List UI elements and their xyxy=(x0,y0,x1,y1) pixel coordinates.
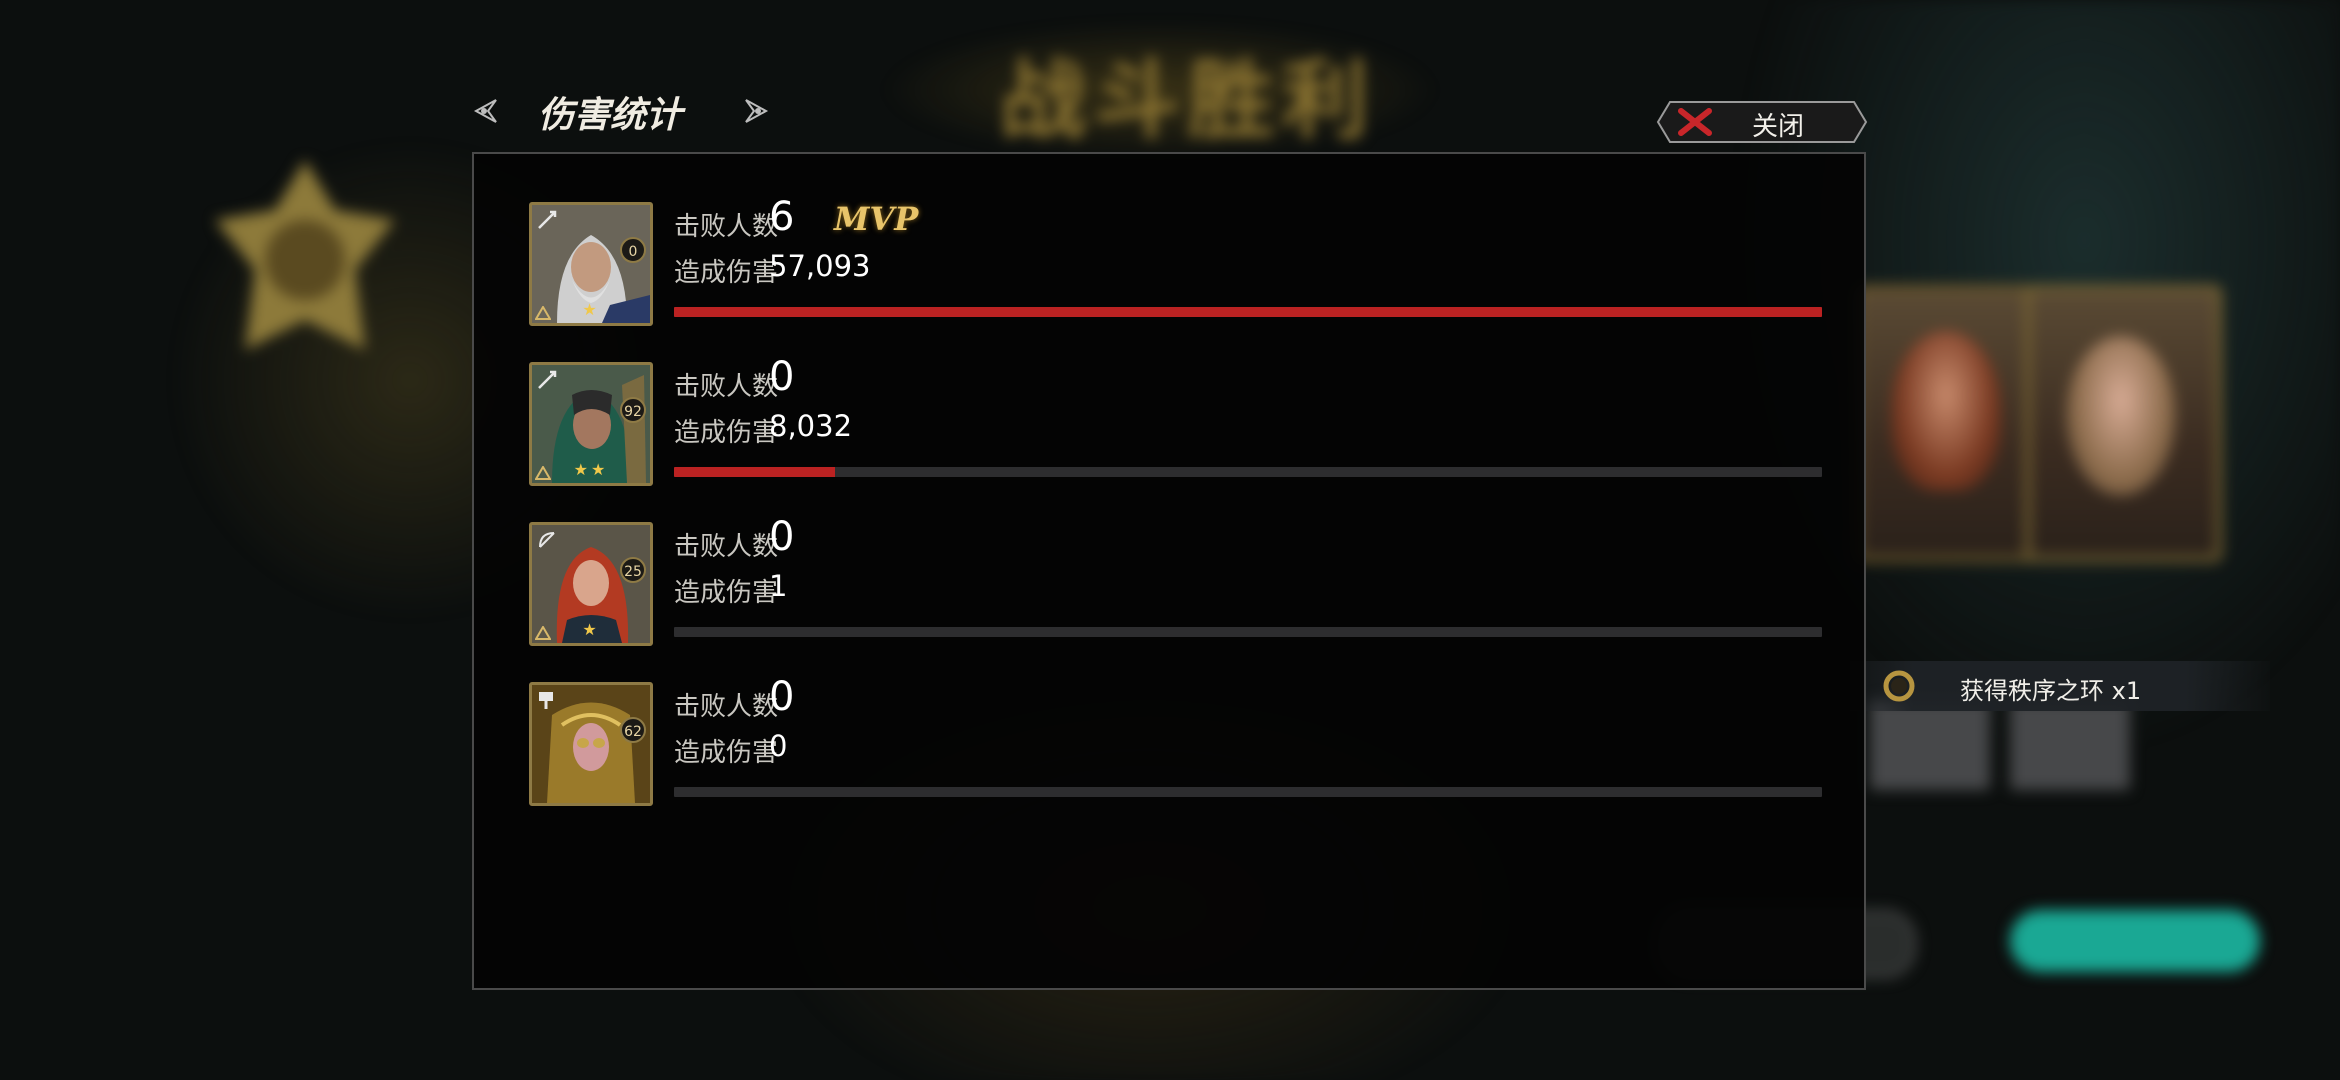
damage-bar xyxy=(674,627,1822,637)
bow-icon xyxy=(539,532,555,548)
guild-emblem-icon xyxy=(215,160,395,350)
prev-page-icon[interactable] xyxy=(470,96,500,126)
hero-portrait[interactable]: 0 ★ xyxy=(529,202,653,326)
kills-value: 0 xyxy=(769,514,795,560)
damage-bar xyxy=(674,307,1822,317)
damage-value: 57,093 xyxy=(769,249,871,283)
player-stat-row: 0 ★ 击败人数 6 MVP 造成伤害 57,093 xyxy=(529,194,1839,332)
background-confirm-button xyxy=(2010,910,2260,972)
background-victory-title: 战斗胜利 xyxy=(1000,50,1376,151)
hero-level-badge: 0 xyxy=(620,237,646,263)
kills-label: 击败人数 xyxy=(674,532,779,562)
damage-label: 造成伤害 xyxy=(674,258,779,288)
player-stat-row: 92 ★★ 击败人数 0 造成伤害 8,032 xyxy=(529,354,1839,492)
hero-portrait[interactable]: 25 ★ xyxy=(529,522,653,646)
close-label: 关闭 xyxy=(1752,112,1805,142)
panel-header: 伤害统计 xyxy=(470,86,890,142)
damage-stats-panel: 0 ★ 击败人数 6 MVP 造成伤害 57,093 92 ★★ 击败人数 0 xyxy=(472,152,1866,990)
damage-bar xyxy=(674,467,1822,477)
kills-label: 击败人数 xyxy=(674,372,779,402)
kills-value: 6 xyxy=(769,194,795,240)
mvp-badge: MVP xyxy=(834,200,919,238)
close-icon xyxy=(1678,108,1712,136)
class-icon xyxy=(535,626,551,640)
hero-portrait[interactable]: 62 xyxy=(529,682,653,806)
damage-label: 造成伤害 xyxy=(674,738,779,768)
reward-notification: 获得秩序之环 x1 xyxy=(1850,661,2270,711)
reward-text: 获得秩序之环 x1 xyxy=(1960,677,2142,705)
class-icon xyxy=(535,306,551,320)
background-hero-card xyxy=(1855,285,2052,562)
kills-label: 击败人数 xyxy=(674,212,779,242)
order-ring-icon xyxy=(1883,670,1915,702)
kills-label: 击败人数 xyxy=(674,692,779,722)
player-stat-row: 25 ★ 击败人数 0 造成伤害 1 xyxy=(529,514,1839,652)
player-stat-row: 62 击败人数 0 造成伤害 0 xyxy=(529,674,1839,812)
damage-bar-fill xyxy=(674,307,1822,317)
close-button[interactable]: 关闭 xyxy=(1656,100,1868,144)
next-page-icon[interactable] xyxy=(742,96,772,126)
hammer-icon xyxy=(539,692,553,709)
page-title: 伤害统计 xyxy=(538,94,683,136)
damage-value: 1 xyxy=(769,569,788,603)
hero-level-badge: 92 xyxy=(620,397,646,423)
kills-value: 0 xyxy=(769,354,795,400)
damage-bar-fill xyxy=(674,467,835,477)
damage-value: 8,032 xyxy=(769,409,853,443)
background-hero-card xyxy=(2025,285,2222,562)
damage-value: 0 xyxy=(769,729,788,763)
sword-icon xyxy=(538,370,557,389)
damage-bar xyxy=(674,787,1822,797)
hero-level-badge: 25 xyxy=(620,557,646,583)
hero-level-badge: 62 xyxy=(620,717,646,743)
sword-icon xyxy=(538,210,557,229)
hero-portrait[interactable]: 92 ★★ xyxy=(529,362,653,486)
damage-label: 造成伤害 xyxy=(674,578,779,608)
kills-value: 0 xyxy=(769,674,795,720)
damage-label: 造成伤害 xyxy=(674,418,779,448)
class-icon xyxy=(535,466,551,480)
